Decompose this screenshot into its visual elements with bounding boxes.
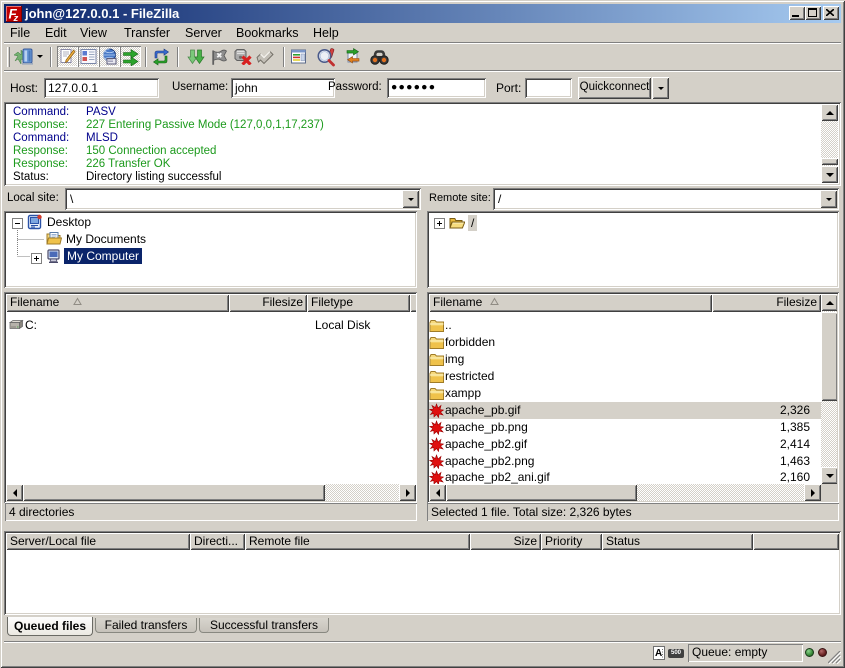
svg-text:z: z [13,13,19,22]
